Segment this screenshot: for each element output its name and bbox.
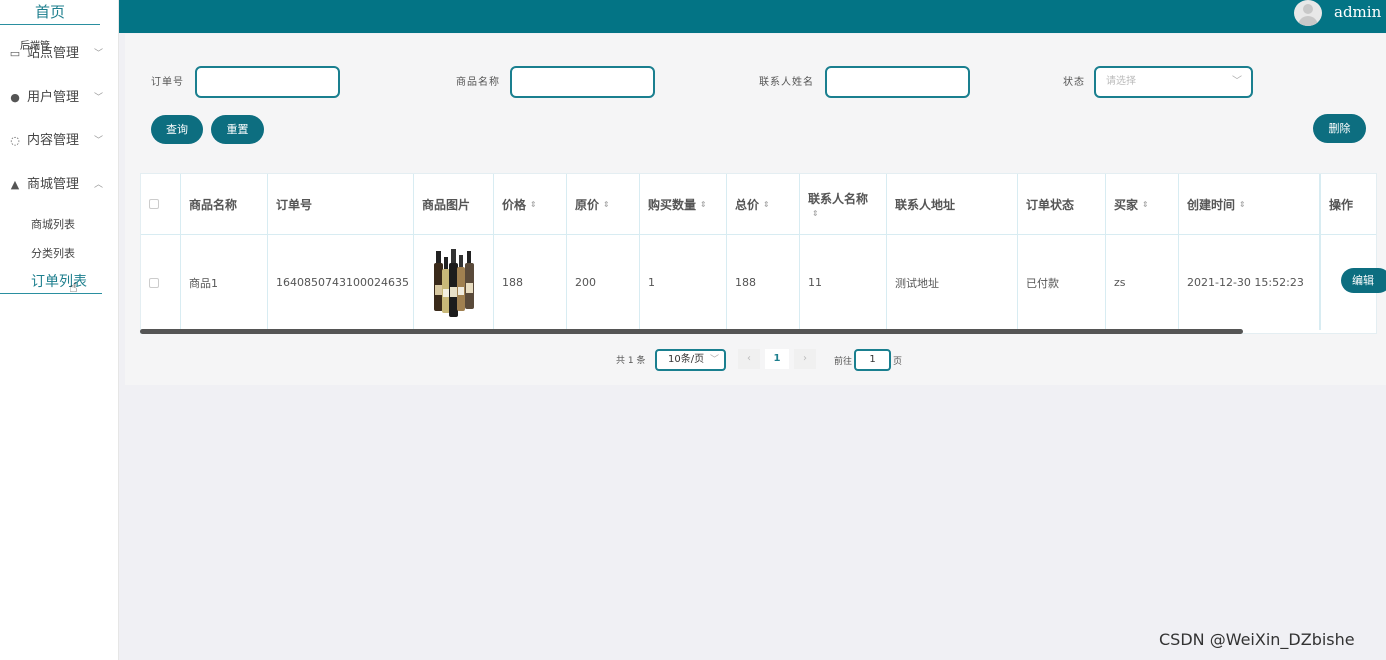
horizontal-scrollbar[interactable] [140, 329, 1243, 334]
watermark: CSDN @WeiXin_DZbishe [1159, 630, 1355, 649]
chevron-down-icon: ﹀ [94, 93, 104, 103]
order-no-label: 订单号 [151, 77, 184, 88]
nav-home-underline [0, 24, 100, 25]
cell-status: 已付款 [1018, 235, 1106, 330]
page-size-select[interactable]: 10条/页 ﹀ [655, 349, 726, 371]
col-header-sortable[interactable]: 联系人名称 ⇕ [800, 174, 887, 234]
goto-label: 前往 [834, 357, 853, 367]
col-header-sortable[interactable]: 总价 ⇕ [727, 174, 800, 234]
col-header-label: 原价 [575, 197, 600, 212]
col-header: 商品图片 [414, 174, 494, 234]
chevron-down-icon: ﹀ [94, 136, 104, 146]
goto-page-input[interactable]: 1 [854, 349, 891, 371]
col-header: 订单状态 [1018, 174, 1106, 234]
sort-icon: ⇕ [1142, 199, 1149, 209]
sort-icon: ⇕ [763, 199, 770, 209]
chevron-down-icon: ﹀ [94, 49, 104, 59]
col-header-sortable[interactable]: 价格 ⇕ [494, 174, 567, 234]
sort-icon: ⇕ [1239, 199, 1246, 209]
col-header-label: 买家 [1114, 197, 1139, 212]
query-button[interactable]: 查询 [151, 115, 203, 144]
orders-table: 商品名称 订单号 商品图片 价格 ⇕ 原价 ⇕ 购买数量 ⇕ 总价 ⇕ 联系人名称 ⇕ 联… [140, 173, 1377, 334]
col-header: 商品名称 [181, 174, 268, 234]
col-header: 操作 [1320, 174, 1376, 234]
row-checkbox[interactable] [149, 277, 159, 288]
goto-suffix: 页 [893, 357, 903, 367]
status-label: 状态 [1063, 77, 1085, 88]
order-no-input[interactable] [195, 66, 340, 98]
col-header-sortable[interactable]: 买家 ⇕ [1106, 174, 1179, 234]
page-size-value: 10条/页 [668, 354, 705, 365]
cell-address: 测试地址 [887, 235, 1018, 330]
contact-name-label: 联系人姓名 [759, 77, 814, 88]
cell-order-no: 1640850743100024635 [268, 235, 414, 330]
col-header-label: 总价 [735, 197, 760, 212]
col-header: 订单号 [268, 174, 414, 234]
cell-total: 188 [727, 235, 800, 330]
chat-icon: ◌ [10, 134, 20, 147]
sort-icon: ⇕ [812, 209, 819, 218]
sidebar-item-mall[interactable]: ▲ 商城管理 ︿ [8, 175, 103, 195]
select-all-checkbox[interactable] [149, 199, 159, 209]
sidebar-item-users[interactable]: ● 用户管理 ﹀ [8, 88, 103, 108]
sidebar: 首页 后端管 ▭ 站点管理 ﹀ ● 用户管理 ﹀ ◌ 内容管理 ﹀ ▲ 商城管理… [0, 0, 119, 660]
col-header-label: 联系人名称 [808, 192, 869, 206]
col-header-sortable[interactable]: 创建时间 ⇕ [1179, 174, 1320, 234]
sidebar-subitem-order-list[interactable]: 订单列表 [31, 271, 87, 291]
sidebar-subitem-mall-list[interactable]: 商城列表 [31, 216, 75, 232]
user-icon: ● [10, 91, 20, 104]
monitor-icon: ▭ [9, 47, 21, 60]
cell-product-name: 商品1 [181, 235, 268, 330]
sort-icon: ⇕ [603, 199, 610, 209]
username[interactable]: admin [1334, 3, 1381, 21]
delete-button[interactable]: 删除 [1313, 114, 1366, 143]
chevron-down-icon: ﹀ [709, 355, 719, 365]
page-number-current[interactable]: 1 [765, 349, 789, 369]
sidebar-item-label: 内容管理 [27, 133, 80, 148]
select-all-cell [141, 174, 181, 234]
col-header: 联系人地址 [887, 174, 1018, 234]
sidebar-item-site[interactable]: ▭ 站点管理 ﹀ [8, 44, 103, 64]
status-placeholder: 请选择 [1106, 76, 1136, 87]
reset-button[interactable]: 重置 [211, 115, 264, 144]
sidebar-item-label: 站点管理 [27, 46, 80, 61]
product-name-input[interactable] [510, 66, 655, 98]
col-header-label: 创建时间 [1187, 197, 1236, 212]
mouse-pointer-icon: ☝ [69, 280, 78, 296]
pagination-total: 共 1 条 [616, 356, 646, 366]
cell-quantity: 1 [640, 235, 727, 330]
next-page-button[interactable]: › [794, 349, 816, 369]
col-header-label: 购买数量 [648, 197, 697, 212]
row-select-cell [141, 235, 181, 330]
cell-original-price: 200 [567, 235, 640, 330]
cell-price: 188 [494, 235, 567, 330]
sort-icon: ⇕ [700, 199, 707, 209]
active-underline [0, 293, 102, 294]
cell-contact: 11 [800, 235, 887, 330]
sidebar-item-label: 商城管理 [27, 177, 80, 192]
chevron-down-icon: ﹀ [1232, 76, 1242, 87]
sidebar-item-content[interactable]: ◌ 内容管理 ﹀ [8, 131, 103, 151]
status-select[interactable]: 请选择 ﹀ [1094, 66, 1253, 98]
col-header-sortable[interactable]: 原价 ⇕ [567, 174, 640, 234]
col-header-label: 价格 [502, 197, 527, 212]
product-image[interactable] [432, 247, 476, 319]
top-bar [119, 0, 1386, 33]
sidebar-item-label: 用户管理 [27, 90, 80, 105]
col-header-sortable[interactable]: 购买数量 ⇕ [640, 174, 727, 234]
lock-icon: ▲ [10, 178, 20, 191]
nav-home[interactable]: 首页 [0, 0, 100, 24]
contact-name-input[interactable] [825, 66, 970, 98]
sidebar-subitem-category-list[interactable]: 分类列表 [31, 245, 75, 261]
product-name-label: 商品名称 [456, 77, 500, 88]
edit-button[interactable]: 编辑 [1341, 268, 1386, 293]
prev-page-button[interactable]: ‹ [738, 349, 760, 369]
chevron-up-icon: ︿ [94, 180, 104, 190]
cell-created: 2021-12-30 15:52:23 [1179, 235, 1320, 330]
sort-icon: ⇕ [530, 199, 537, 209]
cell-product-image [414, 235, 494, 330]
avatar[interactable] [1294, 0, 1322, 26]
cell-buyer: zs [1106, 235, 1179, 330]
